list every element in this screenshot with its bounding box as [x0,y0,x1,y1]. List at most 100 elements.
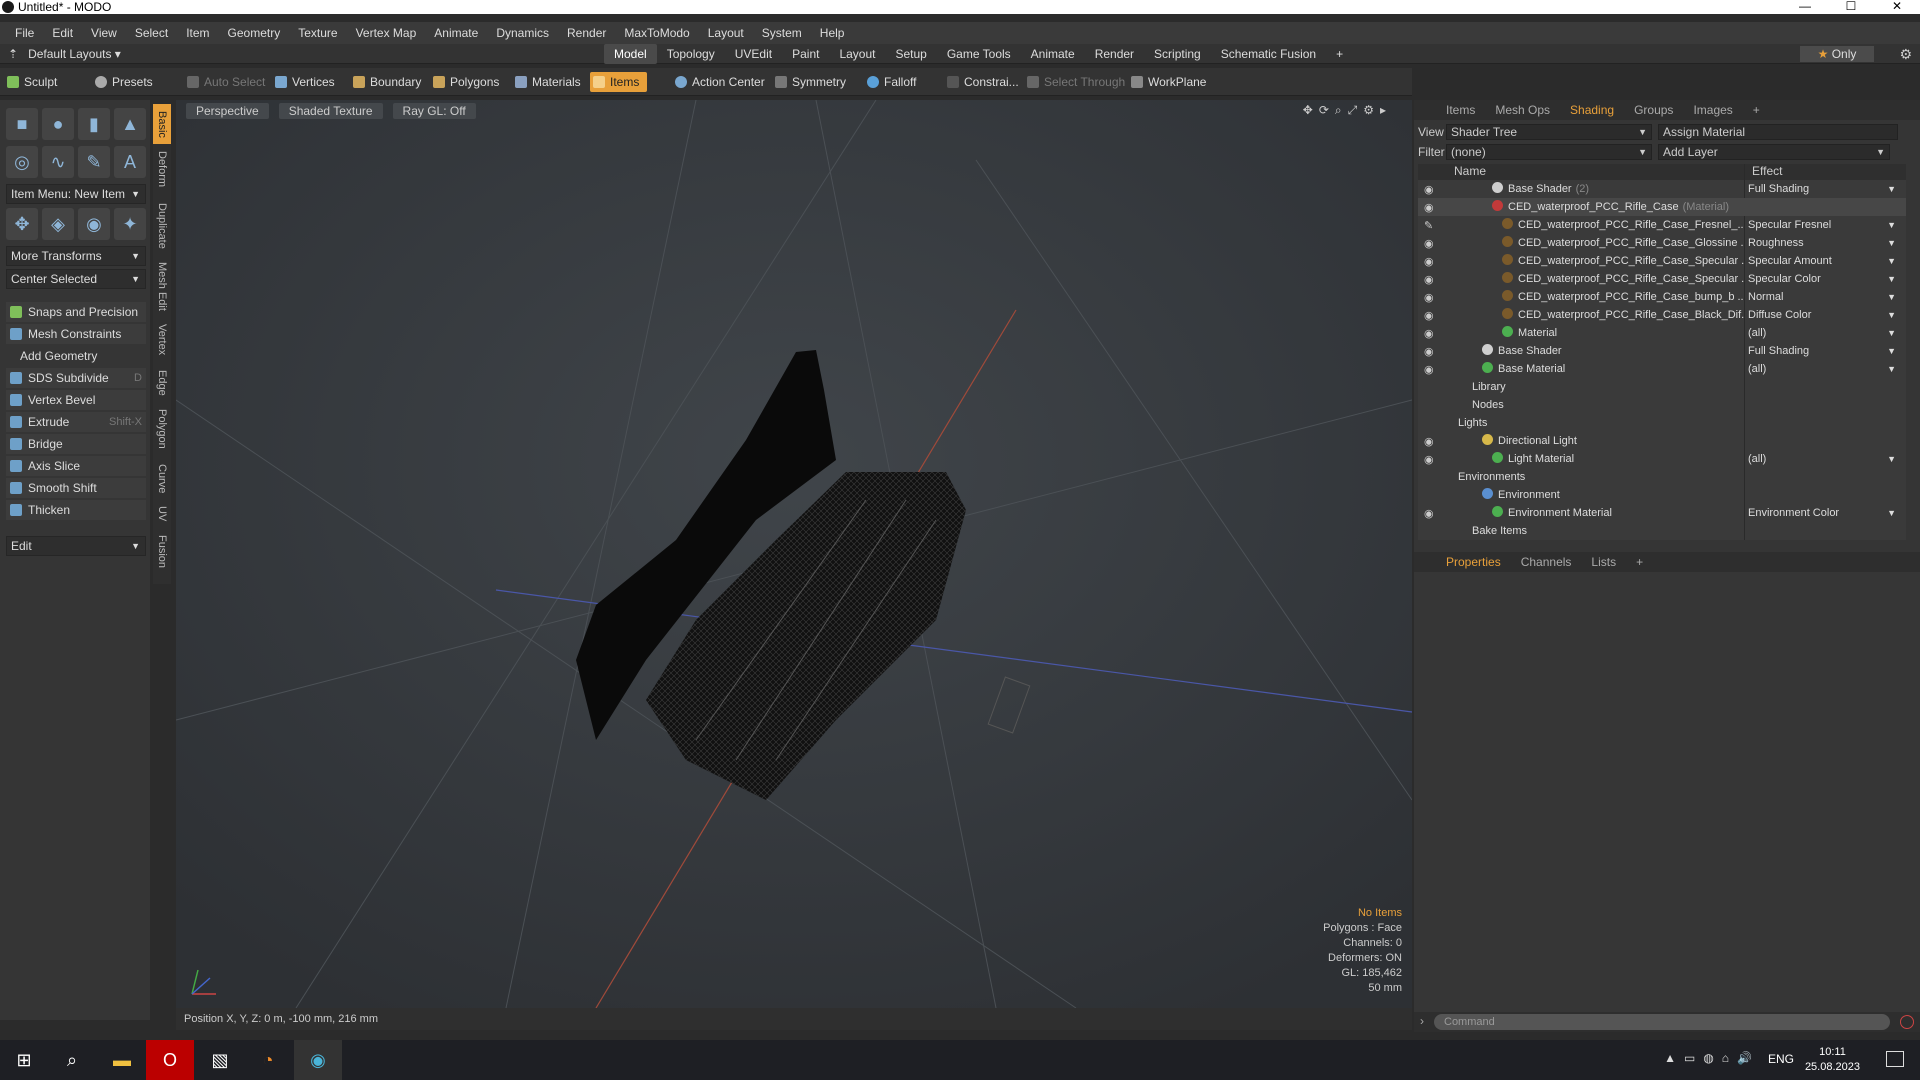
effect-dropdown[interactable]: Diffuse Color ▼ [1748,306,1898,324]
effect-dropdown[interactable]: Full Shading ▼ [1748,180,1898,198]
item-menu-dropdown[interactable]: Item Menu: New Item ▼ [6,184,146,204]
cone-icon[interactable]: ▲ [114,108,146,140]
tree-row[interactable]: Bake Items [1418,522,1906,540]
system-tray-icons[interactable]: ▲▭◍⌂🔊 [1664,1051,1760,1065]
cylinder-icon[interactable]: ▮ [78,108,110,140]
brush-icon[interactable]: ✎ [1424,217,1433,235]
visibility-eye-icon[interactable]: ◉ [1424,451,1434,469]
language-indicator[interactable]: ENG [1768,1052,1794,1066]
sidetab-curve[interactable]: Curve [153,460,171,498]
file-explorer-icon[interactable]: ▬ [98,1040,146,1080]
effect-dropdown[interactable]: (all) ▼ [1748,450,1898,468]
visibility-eye-icon[interactable]: ◉ [1424,289,1434,307]
thicken-button[interactable]: Thicken [6,500,146,520]
tree-row[interactable]: ✎ CED_waterproof_PCC_Rifle_Case_Fresnel_.… [1418,216,1906,234]
tree-row[interactable]: ◉ Directional Light [1418,432,1906,450]
tab-lists[interactable]: Lists [1581,552,1626,572]
tree-row[interactable]: ◉ Material (all) ▼ [1418,324,1906,342]
edit-dropdown[interactable]: Edit ▼ [6,536,146,556]
center-selected-dropdown[interactable]: Center Selected ▼ [6,269,146,289]
tab-setup[interactable]: Setup [885,44,936,64]
sphere-icon[interactable]: ● [42,108,74,140]
only-button[interactable]: ★ Only [1800,46,1874,62]
view-mode-button[interactable]: Perspective [186,103,269,119]
menu-vertex-map[interactable]: Vertex Map [347,26,426,40]
search-icon[interactable]: ⌕ [48,1040,96,1080]
select-through-button[interactable]: Select Through [1024,72,1125,92]
effect-dropdown[interactable]: Specular Color ▼ [1748,270,1898,288]
visibility-eye-icon[interactable]: ◉ [1424,343,1434,361]
sidetab-uv[interactable]: UV [153,502,171,526]
record-icon[interactable] [1900,1015,1914,1029]
falloff-button[interactable]: Falloff [864,72,916,92]
tree-row[interactable]: ◉ CED_waterproof_PCC_Rifle_Case (Material) [1418,198,1906,216]
start-icon[interactable]: ⊞ [0,1040,48,1080]
polygons-button[interactable]: Polygons [430,72,499,92]
add-layer-dropdown[interactable]: Add Layer ▼ [1658,144,1890,160]
action-center-button[interactable]: Action Center [672,72,765,92]
menu-edit[interactable]: Edit [43,26,82,40]
tree-row[interactable]: Environment [1418,486,1906,504]
visibility-eye-icon[interactable]: ◉ [1424,433,1434,451]
sidetab-polygon[interactable]: Polygon [153,404,171,454]
tab-shading[interactable]: Shading [1560,100,1624,120]
sidetab-basic[interactable]: Basic [153,104,171,144]
menu-file[interactable]: File [6,26,43,40]
tab-items[interactable]: Items [1436,100,1485,120]
visibility-eye-icon[interactable]: ◉ [1424,181,1434,199]
add-tab-button[interactable]: + [1626,552,1653,572]
tab-properties[interactable]: Properties [1436,552,1511,572]
menu-view[interactable]: View [82,26,126,40]
rotate-icon[interactable]: ◈ [42,208,74,240]
add-tab-button[interactable]: + [1326,44,1353,64]
minimize-button[interactable]: — [1782,0,1828,14]
tree-row[interactable]: Library [1418,378,1906,396]
tree-row[interactable]: Nodes [1418,396,1906,414]
transform-icon[interactable]: ✦ [114,208,146,240]
tree-row[interactable]: ◉ CED_waterproof_PCC_Rifle_Case_Glossine … [1418,234,1906,252]
visibility-eye-icon[interactable]: ◉ [1424,235,1434,253]
app-icon[interactable]: ▧ [196,1040,244,1080]
modo-taskbar-icon[interactable]: ◉ [294,1040,342,1080]
materials-button[interactable]: Materials [512,72,581,92]
3d-viewport[interactable]: Perspective Shaded Texture Ray GL: Off ✥… [176,100,1412,1008]
effect-dropdown[interactable]: Normal ▼ [1748,288,1898,306]
more-transforms-dropdown[interactable]: More Transforms ▼ [6,246,146,266]
tree-row[interactable]: Lights [1418,414,1906,432]
maximize-button[interactable]: ☐ [1828,0,1874,14]
raygl-button[interactable]: Ray GL: Off [392,103,476,119]
tree-row[interactable]: ◉ Environment Material Environment Color ▼ [1418,504,1906,522]
symmetry-button[interactable]: Symmetry [772,72,846,92]
effect-dropdown[interactable]: Environment Color ▼ [1748,504,1898,522]
sculpt-button[interactable]: Sculpt [4,72,90,92]
viewport-nav-icons[interactable]: ✥⟳⌕⤢⚙▸ [1303,103,1392,118]
smooth-shift-button[interactable]: Smooth Shift [6,478,146,498]
tree-row[interactable]: ◉ CED_waterproof_PCC_Rifle_Case_bump_b ..… [1418,288,1906,306]
tab-render[interactable]: Render [1085,44,1144,64]
snaps-precision-button[interactable]: Snaps and Precision [6,302,146,322]
opera-icon[interactable]: O [146,1040,194,1080]
name-column-header[interactable]: Name [1454,164,1486,178]
tab-groups[interactable]: Groups [1624,100,1683,120]
notification-icon[interactable] [1886,1051,1904,1067]
tab-mesh-ops[interactable]: Mesh Ops [1485,100,1560,120]
effect-dropdown[interactable]: Full Shading ▼ [1748,342,1898,360]
visibility-eye-icon[interactable]: ◉ [1424,253,1434,271]
tab-uvedit[interactable]: UVEdit [725,44,782,64]
blender-icon[interactable]: ◔ [244,1040,292,1080]
tab-schematic-fusion[interactable]: Schematic Fusion [1211,44,1326,64]
clock[interactable]: 10:11 25.08.2023 [1805,1045,1860,1075]
tab-scripting[interactable]: Scripting [1144,44,1211,64]
move-icon[interactable]: ✥ [6,208,38,240]
filter-dropdown[interactable]: (none) ▼ [1446,144,1652,160]
sidetab-edge[interactable]: Edge [153,366,171,400]
tab-images[interactable]: Images [1683,100,1742,120]
axis-slice-button[interactable]: Axis Slice [6,456,146,476]
tab-topology[interactable]: Topology [657,44,725,64]
menu-system[interactable]: System [753,26,811,40]
tab-channels[interactable]: Channels [1511,552,1582,572]
visibility-eye-icon[interactable]: ◉ [1424,361,1434,379]
add-geometry-header[interactable]: Add Geometry [6,346,146,366]
menu-texture[interactable]: Texture [289,26,346,40]
presets-button[interactable]: Presets [92,72,178,92]
